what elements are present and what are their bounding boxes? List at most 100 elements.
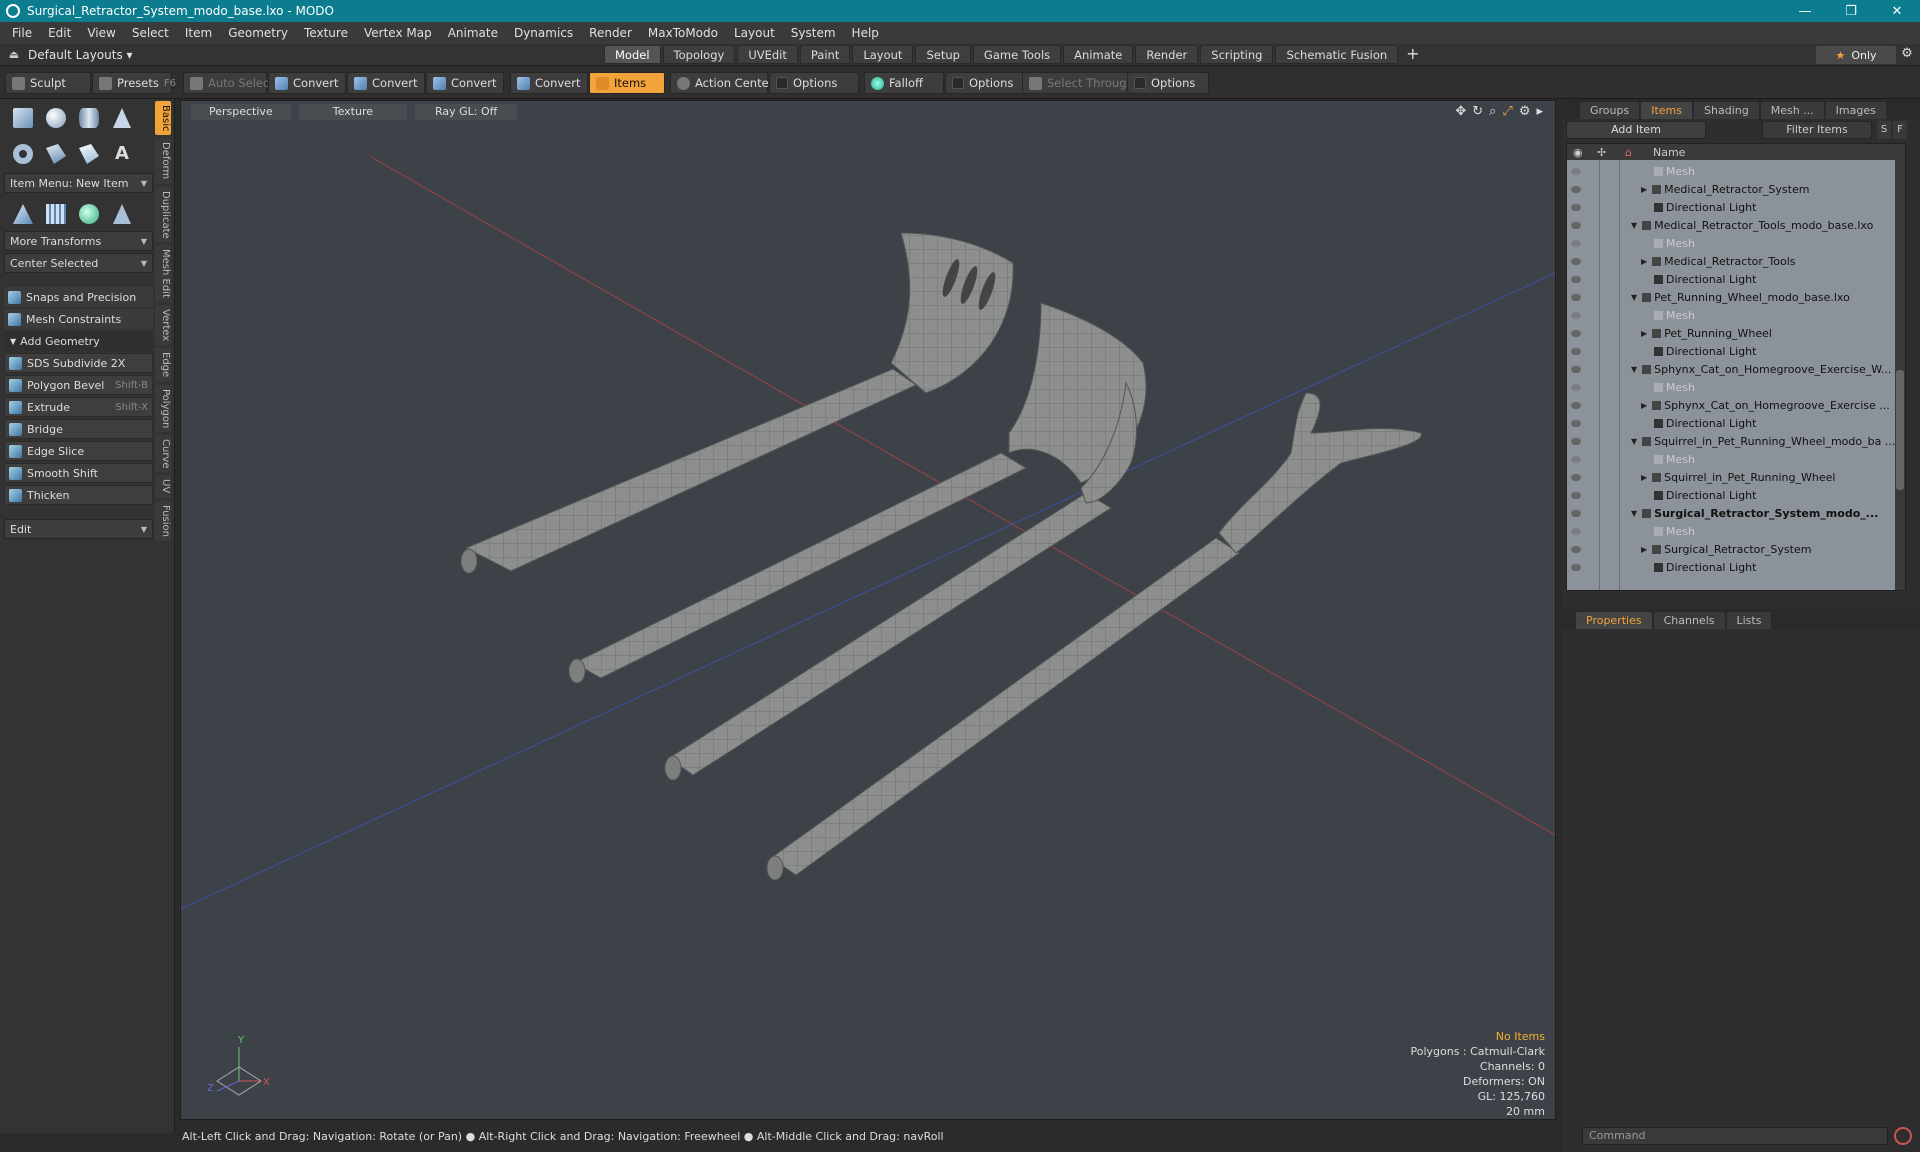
tree-row[interactable]: ▶ Sphynx_Cat_on_Homegroove_Exercise ... xyxy=(1567,396,1905,414)
default-layouts-dropdown[interactable]: Default Layouts ▾ xyxy=(28,48,133,62)
collapse-icon[interactable]: ▼ xyxy=(1631,293,1637,302)
ray-gl-button[interactable]: Ray GL: Off xyxy=(415,104,518,120)
menu-texture[interactable]: Texture xyxy=(296,26,356,40)
expand-icon[interactable]: ▶ xyxy=(1641,545,1647,554)
vtab-deform[interactable]: Deform xyxy=(155,138,171,184)
vtab-edge[interactable]: Edge xyxy=(155,348,171,382)
menu-animate[interactable]: Animate xyxy=(440,26,506,40)
tree-row[interactable]: ▶ Surgical_Retractor_System xyxy=(1567,540,1905,558)
menu-view[interactable]: View xyxy=(79,26,123,40)
vtab-vertex[interactable]: Vertex xyxy=(155,305,171,346)
only-button[interactable]: ★ Only xyxy=(1816,46,1896,64)
tab-game-tools[interactable]: Game Tools xyxy=(972,45,1062,64)
visibility-eye-icon[interactable] xyxy=(1571,527,1581,535)
tab-layout[interactable]: Layout xyxy=(852,45,914,64)
filter-items-input[interactable]: Filter Items xyxy=(1762,121,1872,139)
tab-uvedit[interactable]: UVEdit xyxy=(737,45,798,64)
tree-row[interactable]: Mesh xyxy=(1567,306,1905,324)
collapse-icon[interactable]: ▼ xyxy=(1631,221,1637,230)
tab-groups[interactable]: Groups xyxy=(1580,102,1640,119)
expand-icon[interactable]: ▶ xyxy=(1641,473,1647,482)
vtab-duplicate[interactable]: Duplicate xyxy=(155,186,171,243)
pan-icon[interactable]: ✥ xyxy=(1455,104,1466,119)
tab-topology[interactable]: Topology xyxy=(662,45,736,64)
tree-row[interactable]: ▼ Pet_Running_Wheel_modo_base.lxo xyxy=(1567,288,1905,306)
menu-vertex-map[interactable]: Vertex Map xyxy=(356,26,440,40)
visibility-eye-icon[interactable] xyxy=(1571,203,1581,211)
visibility-eye-icon[interactable] xyxy=(1571,437,1581,445)
perspective-button[interactable]: Perspective xyxy=(191,104,291,120)
menu-render[interactable]: Render xyxy=(581,26,640,40)
tree-row[interactable]: Mesh xyxy=(1567,234,1905,252)
item-menu-dropdown[interactable]: Item Menu: New Item ▼ xyxy=(4,173,153,193)
scroll-thumb[interactable] xyxy=(1896,370,1904,490)
sds-subdivide-button[interactable]: SDS Subdivide 2X xyxy=(4,353,153,373)
convert-button-2[interactable]: Convert xyxy=(347,72,425,94)
vtab-basic[interactable]: Basic xyxy=(155,101,171,136)
tree-row[interactable]: Directional Light xyxy=(1567,342,1905,360)
visibility-eye-icon[interactable] xyxy=(1571,545,1581,553)
menu-file[interactable]: File xyxy=(4,26,40,40)
visibility-eye-icon[interactable] xyxy=(1571,275,1581,283)
menu-system[interactable]: System xyxy=(783,26,844,40)
add-geometry-section[interactable]: ▼ Add Geometry xyxy=(4,331,153,351)
torus-primitive-icon[interactable] xyxy=(8,141,38,167)
3d-viewport[interactable]: Perspective Texture Ray GL: Off ✥ ↻ ⌕ ⤢ … xyxy=(180,100,1556,1120)
tab-lists[interactable]: Lists xyxy=(1726,612,1772,629)
tree-row[interactable]: Mesh xyxy=(1567,522,1905,540)
tree-row[interactable]: ▶ Medical_Retractor_System xyxy=(1567,180,1905,198)
tab-animate[interactable]: Animate xyxy=(1063,45,1134,64)
visibility-eye-icon[interactable] xyxy=(1571,419,1581,427)
tree-row[interactable]: Directional Light xyxy=(1567,414,1905,432)
tree-row[interactable]: ▼ Sphynx_Cat_on_Homegroove_Exercise_W... xyxy=(1567,360,1905,378)
grid-icon[interactable] xyxy=(41,201,71,227)
gear-icon[interactable]: ⚙ xyxy=(1896,46,1918,64)
name-column-header[interactable]: Name xyxy=(1653,146,1685,159)
tree-scrollbar[interactable] xyxy=(1895,160,1905,590)
collapse-icon[interactable]: ▼ xyxy=(1631,365,1637,374)
menu-dynamics[interactable]: Dynamics xyxy=(506,26,581,40)
menu-maxtomodo[interactable]: MaxToModo xyxy=(640,26,726,40)
cylinder-primitive-icon[interactable] xyxy=(74,105,104,131)
tab-model[interactable]: Model xyxy=(604,45,661,64)
visibility-eye-icon[interactable] xyxy=(1571,221,1581,229)
bridge-button[interactable]: Bridge xyxy=(4,419,153,439)
menu-layout[interactable]: Layout xyxy=(726,26,783,40)
center-selected-dropdown[interactable]: Center Selected ▼ xyxy=(4,253,153,273)
action-center-button[interactable]: Action Center xyxy=(670,72,773,94)
edit-dropdown[interactable]: Edit ▼ xyxy=(4,519,153,539)
tab-render[interactable]: Render xyxy=(1135,45,1199,64)
tree-row[interactable]: ▶ Pet_Running_Wheel xyxy=(1567,324,1905,342)
tab-images[interactable]: Images xyxy=(1825,102,1886,119)
tree-row[interactable]: Mesh xyxy=(1567,450,1905,468)
fit-icon[interactable]: ⤢ xyxy=(1502,104,1512,119)
visibility-eye-icon[interactable] xyxy=(1571,491,1581,499)
transform-icon[interactable] xyxy=(8,201,38,227)
extrude-button[interactable]: Extrude Shift-X xyxy=(4,397,153,417)
vtab-curve[interactable]: Curve xyxy=(155,434,171,473)
visibility-eye-icon[interactable] xyxy=(1571,365,1581,373)
visibility-eye-icon[interactable] xyxy=(1571,509,1581,517)
menu-edit[interactable]: Edit xyxy=(40,26,79,40)
tree-row[interactable]: ▼ Squirrel_in_Pet_Running_Wheel_modo_ba .… xyxy=(1567,432,1905,450)
collapse-icon[interactable]: ▼ xyxy=(1631,509,1637,518)
presets-button[interactable]: Presets F6 xyxy=(92,72,176,94)
tree-row[interactable]: Directional Light xyxy=(1567,486,1905,504)
menu-item[interactable]: Item xyxy=(177,26,220,40)
layout-home-icon[interactable]: ⏏ xyxy=(0,48,28,61)
visibility-eye-icon[interactable] xyxy=(1571,563,1581,571)
expand-icon[interactable]: ▶ xyxy=(1641,329,1647,338)
tree-row[interactable]: ▼ Surgical_Retractor_System_modo_... xyxy=(1567,504,1905,522)
add-tab-button[interactable]: + xyxy=(1400,45,1425,64)
select-options-button[interactable]: Options xyxy=(1127,72,1209,94)
globe-icon[interactable] xyxy=(74,201,104,227)
rotate-icon[interactable]: ↻ xyxy=(1472,104,1483,119)
convert-button-3[interactable]: Convert xyxy=(426,72,504,94)
visibility-eye-icon[interactable] xyxy=(1571,329,1581,337)
expand-icon[interactable]: ▶ xyxy=(1641,401,1647,410)
add-item-button[interactable]: Add Item xyxy=(1566,121,1706,139)
smooth-shift-button[interactable]: Smooth Shift xyxy=(4,463,153,483)
visibility-eye-icon[interactable] xyxy=(1571,311,1581,319)
maximize-button[interactable]: ❐ xyxy=(1828,4,1874,19)
thicken-button[interactable]: Thicken xyxy=(4,485,153,505)
